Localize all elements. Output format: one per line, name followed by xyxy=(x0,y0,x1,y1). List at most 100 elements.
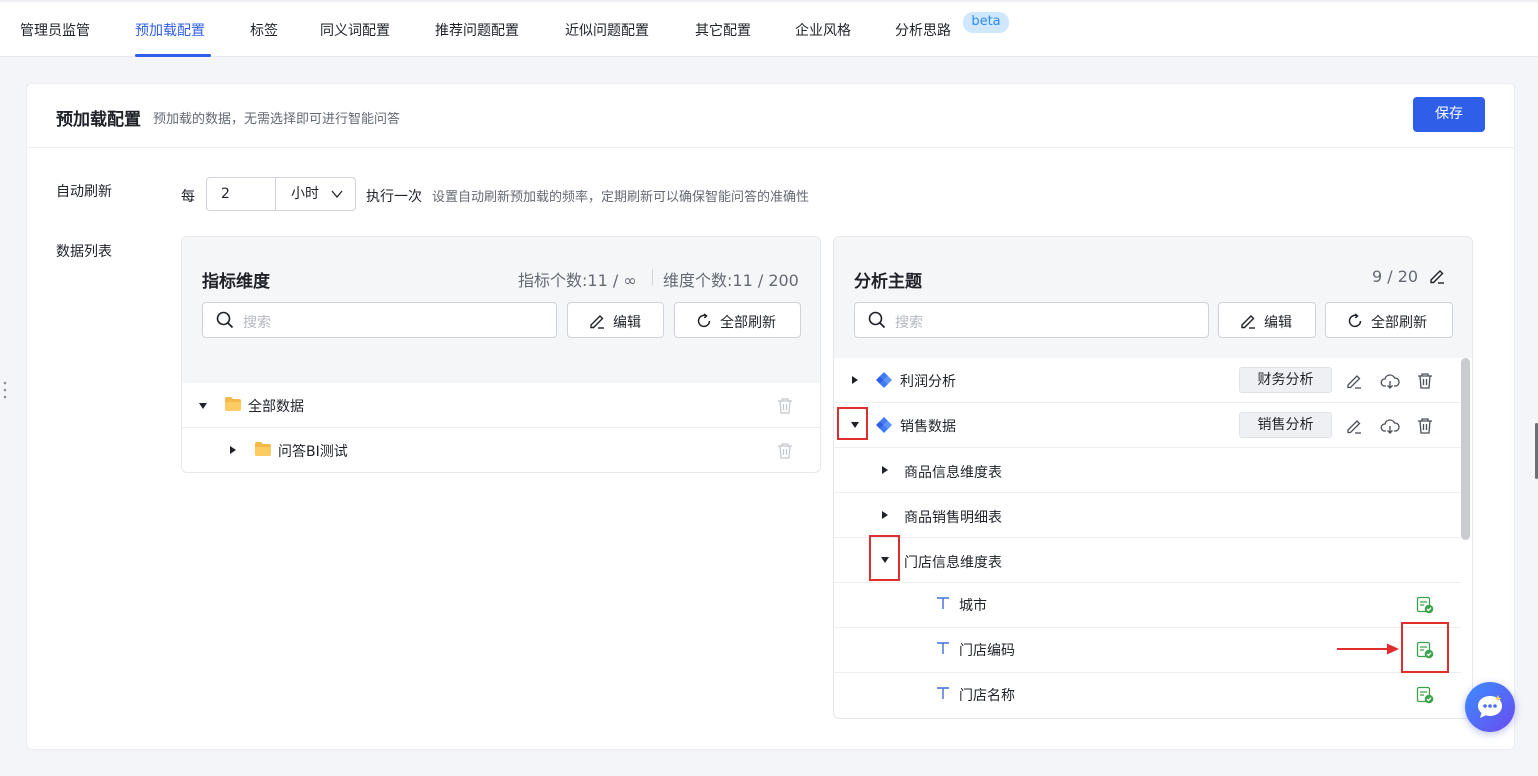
topic-label: 利润分析 xyxy=(900,374,956,390)
topics-edit-label: 编辑 xyxy=(1264,315,1292,331)
tree-row-qa-bi-test[interactable]: 问答BI测试 xyxy=(182,428,820,472)
folder-icon xyxy=(225,397,241,411)
search-icon xyxy=(868,311,886,329)
metrics-refresh-all-button[interactable]: 全部刷新 xyxy=(674,302,801,338)
topics-scrollbar[interactable] xyxy=(1461,358,1470,540)
caret-right-icon[interactable] xyxy=(228,445,238,455)
folder-icon xyxy=(255,442,271,456)
edit-icon xyxy=(590,315,604,329)
topics-refresh-all-label: 全部刷新 xyxy=(1371,315,1427,331)
topic-count: 9 / 20 xyxy=(1372,267,1419,286)
refresh-icon xyxy=(697,313,711,328)
refresh-interval-input[interactable]: 2 xyxy=(206,177,276,211)
page-description: 预加载的数据，无需选择即可进行智能问答 xyxy=(153,112,401,127)
table-label: 门店信息维度表 xyxy=(904,555,1002,571)
search-icon xyxy=(216,311,234,329)
annotation-highlight-box xyxy=(837,407,868,440)
chat-bubble-icon xyxy=(1478,695,1502,718)
metrics-panel-title: 指标维度 xyxy=(202,272,270,292)
caret-right-icon[interactable] xyxy=(880,510,890,520)
refresh-prefix: 每 xyxy=(181,189,195,205)
count-divider xyxy=(652,269,653,285)
text-field-icon xyxy=(937,642,949,654)
metrics-search-input[interactable]: 搜索 xyxy=(202,302,557,338)
data-list-label: 数据列表 xyxy=(56,244,112,260)
trash-icon[interactable] xyxy=(776,397,794,415)
trash-icon[interactable] xyxy=(776,442,794,460)
caret-down-icon[interactable] xyxy=(198,401,208,411)
top-tab-bar xyxy=(0,0,1538,57)
caret-right-icon[interactable] xyxy=(880,465,890,475)
topics-panel-header xyxy=(834,237,1472,358)
metrics-refresh-all-label: 全部刷新 xyxy=(720,315,776,331)
tab-preload-config[interactable]: 预加载配置 xyxy=(135,20,205,40)
topics-panel-title: 分析主题 xyxy=(854,272,922,292)
tree-row-all-data[interactable]: 全部数据 xyxy=(182,383,820,428)
refresh-icon xyxy=(1348,313,1362,328)
chevron-down-icon xyxy=(331,190,343,199)
drag-handle-icon[interactable] xyxy=(2,380,8,400)
text-field-icon xyxy=(937,687,949,699)
tab-other-config[interactable]: 其它配置 xyxy=(695,20,751,40)
field-label: 门店编码 xyxy=(959,643,1015,659)
tree-label-qa-bi-test: 问答BI测试 xyxy=(278,444,348,460)
annotation-highlight-box xyxy=(869,535,900,581)
tab-synonyms[interactable]: 同义词配置 xyxy=(320,20,390,40)
preloaded-check-icon[interactable] xyxy=(1416,686,1434,704)
refresh-unit-select[interactable]: 小时 xyxy=(275,177,356,211)
tree-label-all-data: 全部数据 xyxy=(248,399,304,415)
topic-diamond-icon xyxy=(876,417,892,433)
tab-recommended-questions[interactable]: 推荐问题配置 xyxy=(435,20,519,40)
chat-assistant-button[interactable] xyxy=(1465,682,1515,732)
tab-admin-monitor[interactable]: 管理员监管 xyxy=(20,20,90,40)
topic-row-profit-analysis[interactable]: 利润分析 财务分析 xyxy=(834,358,1472,403)
refresh-hint: 设置自动刷新预加载的频率，定期刷新可以确保智能问答的准确性 xyxy=(432,190,810,205)
beta-badge: beta xyxy=(963,12,1009,33)
annotation-highlight-box xyxy=(1401,622,1449,673)
preloaded-check-icon[interactable] xyxy=(1416,596,1434,614)
edit-count-icon[interactable] xyxy=(1428,267,1446,285)
save-button[interactable]: 保存 xyxy=(1413,97,1485,132)
page-title: 预加载配置 xyxy=(56,110,141,130)
topic-row-sales-data[interactable]: 销售数据 销售分析 xyxy=(834,403,1472,448)
tab-analysis-approach[interactable]: 分析思路 xyxy=(895,20,951,40)
topic-diamond-icon xyxy=(876,372,892,388)
topic-tag: 销售分析 xyxy=(1239,412,1332,438)
metrics-dimensions-panel: 指标维度 指标个数:11 / ∞ 维度个数:11 / 200 搜索 编辑 全部刷… xyxy=(181,236,821,473)
topics-edit-button[interactable]: 编辑 xyxy=(1218,302,1316,338)
refresh-suffix: 执行一次 xyxy=(366,189,422,205)
field-row-store-name[interactable]: 门店名称 xyxy=(834,673,1472,718)
field-row-city[interactable]: 城市 xyxy=(834,583,1472,628)
table-label: 商品信息维度表 xyxy=(904,465,1002,481)
edit-icon[interactable] xyxy=(1345,372,1363,390)
edit-icon xyxy=(1241,315,1255,329)
topic-label: 销售数据 xyxy=(900,419,956,435)
refresh-unit-value: 小时 xyxy=(291,186,319,202)
cloud-refresh-icon[interactable] xyxy=(1380,416,1400,436)
caret-right-icon[interactable] xyxy=(850,375,860,385)
field-label: 门店名称 xyxy=(959,688,1015,704)
metrics-edit-button[interactable]: 编辑 xyxy=(567,302,664,338)
dimension-count: 维度个数:11 / 200 xyxy=(663,271,799,290)
tab-tags[interactable]: 标签 xyxy=(250,20,278,40)
tab-similar-questions[interactable]: 近似问题配置 xyxy=(565,20,649,40)
topics-search-input[interactable]: 搜索 xyxy=(854,302,1209,338)
metrics-edit-label: 编辑 xyxy=(613,315,641,331)
topic-tag: 财务分析 xyxy=(1239,367,1332,393)
table-label: 商品销售明细表 xyxy=(904,510,1002,526)
edit-icon[interactable] xyxy=(1345,417,1363,435)
trash-icon[interactable] xyxy=(1416,372,1434,390)
topics-search-placeholder: 搜索 xyxy=(895,315,923,331)
metrics-search-placeholder: 搜索 xyxy=(243,315,271,331)
text-field-icon xyxy=(937,597,949,609)
table-row-store-dim[interactable]: 门店信息维度表 xyxy=(834,538,1472,583)
tab-enterprise-style[interactable]: 企业风格 xyxy=(795,20,851,40)
cloud-refresh-icon[interactable] xyxy=(1380,371,1400,391)
table-row-product-sales[interactable]: 商品销售明细表 xyxy=(834,493,1472,538)
table-row-product-dim[interactable]: 商品信息维度表 xyxy=(834,448,1472,493)
topics-refresh-all-button[interactable]: 全部刷新 xyxy=(1325,302,1453,338)
active-tab-indicator xyxy=(135,54,211,57)
metric-count: 指标个数:11 / ∞ xyxy=(518,271,637,290)
trash-icon[interactable] xyxy=(1416,417,1434,435)
card-header-divider xyxy=(26,147,1515,148)
